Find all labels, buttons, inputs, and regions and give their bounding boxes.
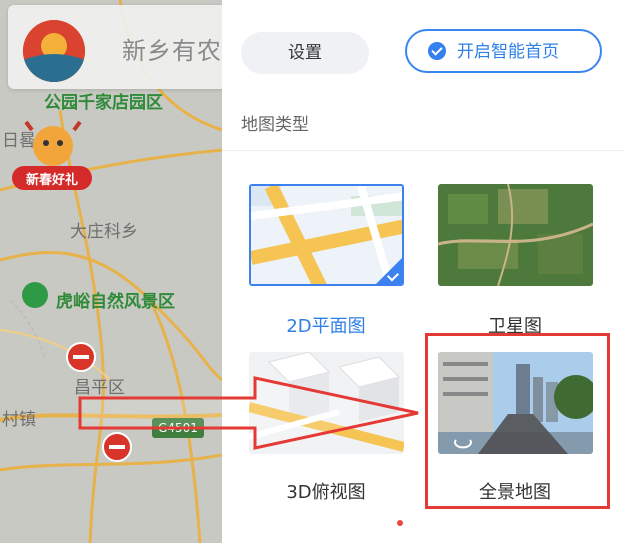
- search-input-text[interactable]: 新乡有农: [122, 31, 222, 66]
- map-type-satellite-tile[interactable]: [438, 184, 593, 286]
- map-type-3d-label[interactable]: 3D俯视图: [246, 478, 406, 504]
- settings-button[interactable]: 设置: [241, 32, 369, 74]
- satellite-thumbnail: [438, 184, 593, 286]
- smart-home-button[interactable]: 开启智能首页: [405, 29, 602, 73]
- highway-shield: G4501: [152, 418, 204, 438]
- highlight-box: [425, 333, 610, 509]
- new-year-gift-text: 新春好礼: [25, 173, 78, 188]
- divider: [222, 150, 625, 151]
- traffic-restriction-icon[interactable]: [102, 432, 132, 462]
- check-circle-icon: [428, 42, 446, 60]
- map-label-cunzhen[interactable]: 村镇: [2, 405, 36, 430]
- scenic-poi-icon[interactable]: [22, 282, 48, 308]
- map-label-hushan[interactable]: 虎峪自然风景区: [56, 287, 175, 312]
- map-type-3d-tile[interactable]: [249, 352, 404, 454]
- map-type-2d-tile[interactable]: [249, 184, 404, 286]
- map-3d-thumbnail: [249, 352, 404, 454]
- traffic-restriction-icon[interactable]: [66, 342, 96, 372]
- user-avatar[interactable]: [23, 20, 85, 82]
- selected-corner-icon: [376, 258, 402, 284]
- new-year-gift-badge[interactable]: 新春好礼: [10, 118, 96, 196]
- page-indicator-dot: [397, 520, 403, 526]
- map-label-park[interactable]: 公园千家店园区: [44, 88, 163, 113]
- map-type-section-title: 地图类型: [241, 115, 309, 135]
- map-label-dazhuangke[interactable]: 大庄科乡: [70, 217, 138, 242]
- map-type-2d-label[interactable]: 2D平面图: [246, 312, 406, 338]
- smart-home-label: 开启智能首页: [457, 42, 559, 62]
- map-label-changping[interactable]: 昌平区: [74, 373, 125, 398]
